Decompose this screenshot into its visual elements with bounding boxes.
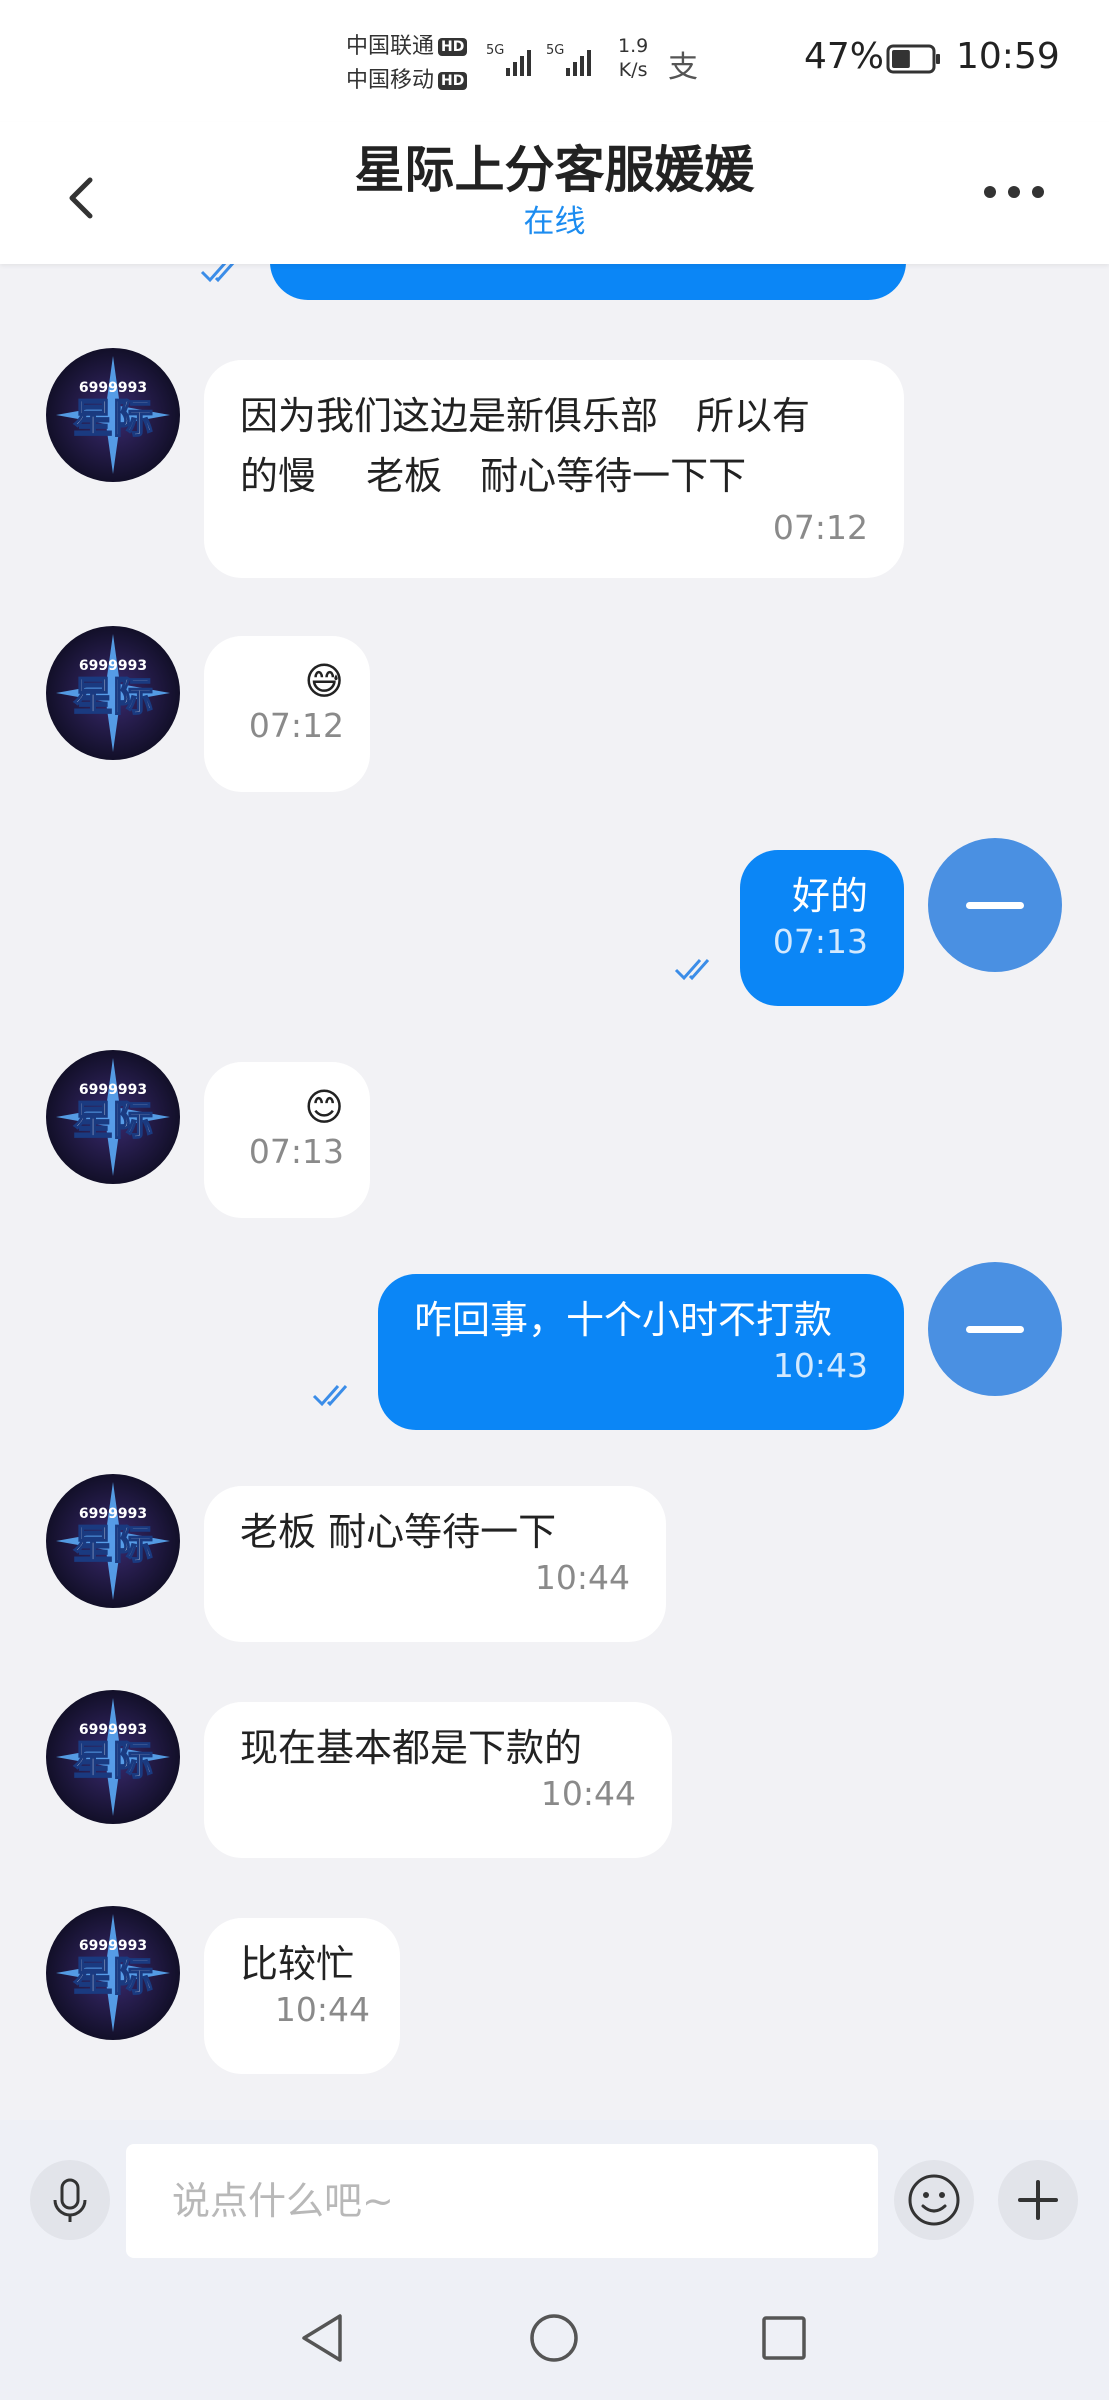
net-label-1: 5G <box>486 43 504 58</box>
avatar-image: 6999993 星际 <box>46 1690 180 1824</box>
avatar[interactable]: 6999993 星际 <box>46 626 180 760</box>
avatar-image: 6999993 星际 <box>46 626 180 760</box>
message-text: 的慢 老板 耐心等待一下下 <box>240 454 747 498</box>
message-bubble-out-partial <box>270 264 906 300</box>
speed-value: 1.9 <box>618 35 649 57</box>
double-check-icon <box>674 959 710 981</box>
circle-home-icon[interactable] <box>528 2312 580 2364</box>
mic-icon <box>53 2178 87 2222</box>
avatar-image: 6999993 星际 <box>46 1050 180 1184</box>
message-bubble-in[interactable]: 现在基本都是下款的 10:44 <box>204 1702 672 1858</box>
message-text: 好的 <box>791 874 868 918</box>
status-bar: 中国联通 HD 中国移动 HD 5G 5G 1.9 K/s 支 47% 10:59 <box>0 0 1109 122</box>
message-input[interactable]: 说点什么吧~ <box>126 2144 878 2258</box>
svg-text:6999993: 6999993 <box>79 380 147 396</box>
message-time: 07:12 <box>772 508 868 547</box>
message-bubble-out[interactable]: 好的 07:13 <box>740 850 904 1006</box>
avatar[interactable]: 6999993 星际 <box>46 1050 180 1184</box>
message-bubble-in[interactable]: 😅 07:12 <box>204 636 370 792</box>
contact-name: 星际上分客服媛媛 <box>354 141 755 199</box>
message-bubble-in[interactable]: 老板 耐心等待一下 10:44 <box>204 1486 666 1642</box>
message-bubble-in[interactable]: 因为我们这边是新俱乐部 所以有 的慢 老板 耐心等待一下下 07:12 <box>204 360 904 578</box>
message-text: 比较忙 <box>240 1942 355 1986</box>
system-nav-bar <box>0 2280 1109 2400</box>
avatar[interactable] <box>928 1262 1062 1396</box>
plus-icon <box>1018 2180 1058 2220</box>
message-list[interactable]: 6999993 星际 因为我们这边是新俱乐部 所以有 的慢 老板 耐心等待一下下… <box>0 264 1109 2120</box>
message-text: 现在基本都是下款的 <box>240 1726 583 1770</box>
avatar-image: 6999993 星际 <box>46 348 180 482</box>
svg-text:星际: 星际 <box>73 1098 153 1144</box>
message-emoji: 😊 <box>304 1085 344 1129</box>
online-status: 在线 <box>523 204 586 240</box>
message-text: 老板 耐心等待一下 <box>240 1510 557 1554</box>
message-text: 因为我们这边是新俱乐部 所以有 <box>240 394 811 438</box>
svg-text:6999993: 6999993 <box>79 1506 147 1522</box>
carrier-1: 中国联通 <box>346 34 435 59</box>
message-bubble-in[interactable]: 😊 07:13 <box>204 1062 370 1218</box>
avatar[interactable]: 6999993 星际 <box>46 1690 180 1824</box>
svg-text:6999993: 6999993 <box>79 658 147 674</box>
triangle-back-icon[interactable] <box>298 2310 348 2366</box>
message-text: 咋回事，十个小时不打款 <box>414 1298 833 1342</box>
message-emoji: 😅 <box>304 659 344 703</box>
message-bubble-in[interactable]: 比较忙 10:44 <box>204 1918 400 2074</box>
network-speed: 1.9 K/s <box>618 34 648 82</box>
battery-icon <box>886 44 940 74</box>
emoji-icon <box>908 2174 960 2226</box>
message-time: 07:13 <box>772 922 868 961</box>
svg-text:星际: 星际 <box>73 1954 153 2000</box>
double-check-icon <box>200 264 235 283</box>
message-time: 10:44 <box>534 1558 630 1597</box>
chat-header: 星际上分客服媛媛 在线 <box>0 122 1109 264</box>
more-dots-icon[interactable] <box>982 174 1046 210</box>
net-label-2: 5G <box>546 43 564 58</box>
avatar[interactable]: 6999993 星际 <box>46 1474 180 1608</box>
input-bar: 说点什么吧~ <box>0 2120 1109 2280</box>
speed-unit: K/s <box>618 59 648 81</box>
battery-percent: 47% <box>804 36 885 77</box>
signal-icon: 5G 5G <box>486 43 591 76</box>
carrier-info: 中国联通 HD 中国移动 HD <box>346 30 468 98</box>
mic-button[interactable] <box>30 2160 110 2240</box>
svg-text:6999993: 6999993 <box>79 1722 147 1738</box>
avatar-image: 6999993 星际 <box>46 1474 180 1608</box>
hd-badge: HD <box>438 72 468 90</box>
avatar-image: 6999993 星际 <box>46 1906 180 2040</box>
avatar[interactable]: 6999993 星际 <box>46 348 180 482</box>
svg-text:6999993: 6999993 <box>79 1938 147 1954</box>
double-check-icon <box>312 1385 348 1407</box>
message-bubble-out[interactable]: 咋回事，十个小时不打款 10:43 <box>378 1274 904 1430</box>
message-time: 10:43 <box>772 1346 868 1385</box>
avatar[interactable]: 6999993 星际 <box>46 1906 180 2040</box>
svg-text:6999993: 6999993 <box>79 1082 147 1098</box>
svg-text:星际: 星际 <box>73 396 153 442</box>
svg-text:星际: 星际 <box>73 1522 153 1568</box>
message-time: 10:44 <box>540 1774 636 1813</box>
avatar[interactable] <box>928 838 1062 972</box>
carrier-2: 中国移动 <box>346 68 435 93</box>
add-button[interactable] <box>998 2160 1078 2240</box>
square-recent-icon[interactable] <box>760 2314 808 2362</box>
hd-badge: HD <box>438 38 468 56</box>
message-time: 10:44 <box>274 1990 370 2029</box>
emoji-button[interactable] <box>894 2160 974 2240</box>
clock: 10:59 <box>956 36 1060 77</box>
message-time: 07:13 <box>248 1132 344 1171</box>
message-time: 07:12 <box>248 706 344 745</box>
svg-text:星际: 星际 <box>73 1738 153 1784</box>
svg-text:星际: 星际 <box>73 674 153 720</box>
alipay-icon: 支 <box>668 50 698 85</box>
